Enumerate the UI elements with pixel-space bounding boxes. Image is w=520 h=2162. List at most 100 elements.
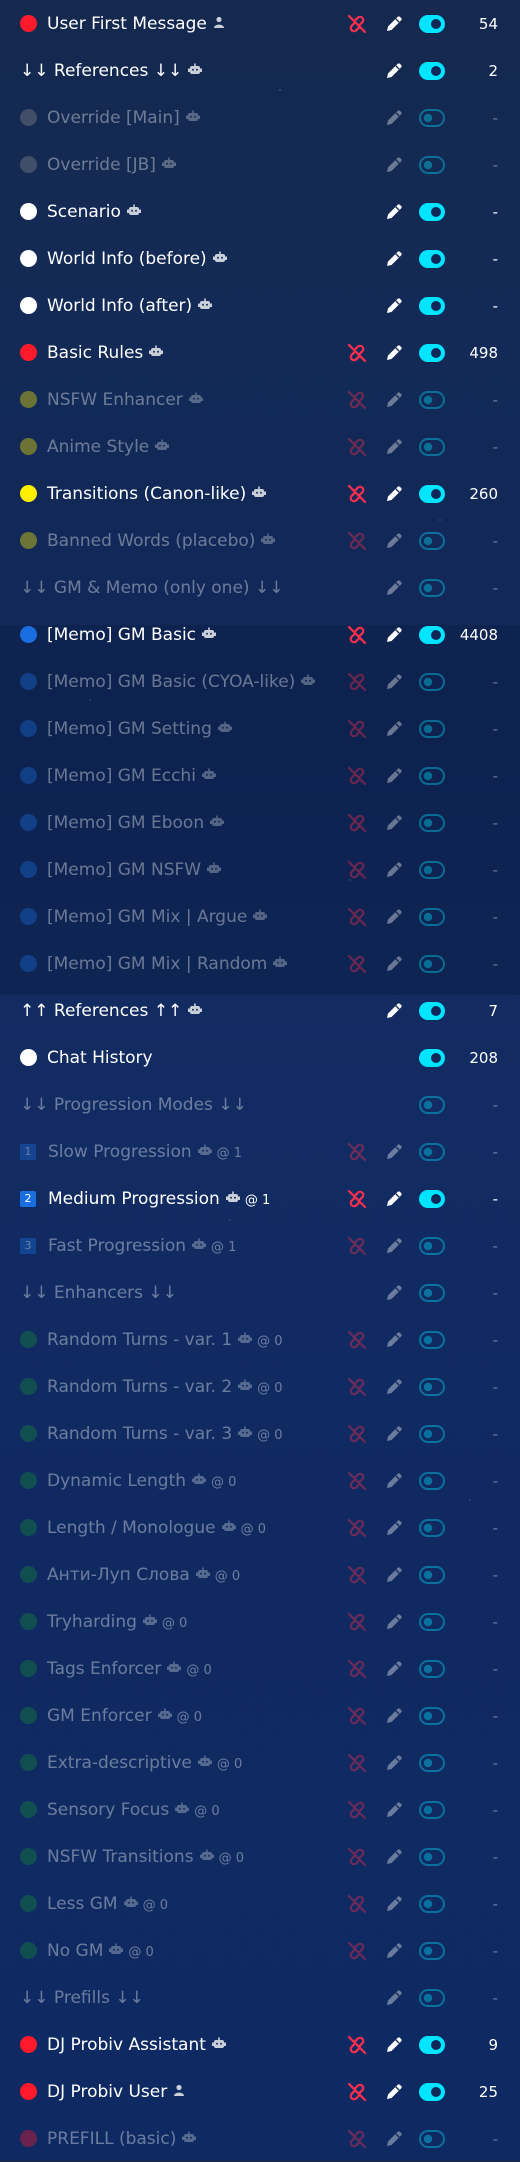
toggle-icon[interactable]: [419, 1565, 445, 1584]
pencil-icon[interactable]: [384, 1424, 404, 1444]
pencil-icon[interactable]: [384, 1753, 404, 1773]
toggle-icon[interactable]: [419, 2035, 445, 2054]
prompt-name[interactable]: Scenario: [47, 202, 141, 222]
prompt-name[interactable]: Length / Monologue @ 0: [47, 1518, 266, 1538]
prompt-name[interactable]: ↓↓ Progression Modes ↓↓: [20, 1095, 247, 1115]
toggle-icon[interactable]: [419, 1236, 445, 1255]
toggle-icon[interactable]: [419, 719, 445, 738]
pencil-icon[interactable]: [384, 1706, 404, 1726]
pencil-icon[interactable]: [384, 202, 404, 222]
pencil-icon[interactable]: [384, 625, 404, 645]
pencil-icon[interactable]: [384, 1612, 404, 1632]
prompt-name[interactable]: [Memo] GM Basic (CYOA-like): [47, 672, 316, 692]
pencil-icon[interactable]: [384, 1894, 404, 1914]
pencil-icon[interactable]: [384, 1330, 404, 1350]
prompt-name[interactable]: Dynamic Length @ 0: [47, 1471, 236, 1491]
toggle-icon[interactable]: [419, 1941, 445, 1960]
toggle-icon[interactable]: [419, 249, 445, 268]
pencil-icon[interactable]: [384, 14, 404, 34]
pencil-icon[interactable]: [384, 108, 404, 128]
toggle-icon[interactable]: [419, 954, 445, 973]
pencil-icon[interactable]: [384, 1471, 404, 1491]
pencil-icon[interactable]: [384, 343, 404, 363]
toggle-icon[interactable]: [419, 1847, 445, 1866]
prompt-name[interactable]: Banned Words (placebo): [47, 531, 276, 551]
toggle-icon[interactable]: [419, 2129, 445, 2148]
pencil-icon[interactable]: [384, 1941, 404, 1961]
toggle-icon[interactable]: [419, 1706, 445, 1725]
prompt-name[interactable]: Random Turns - var. 3 @ 0: [47, 1424, 283, 1444]
pencil-icon[interactable]: [384, 437, 404, 457]
toggle-icon[interactable]: [419, 296, 445, 315]
toggle-icon[interactable]: [419, 343, 445, 362]
pencil-icon[interactable]: [384, 61, 404, 81]
prompt-name[interactable]: NSFW Enhancer: [47, 390, 203, 410]
pencil-icon[interactable]: [384, 1001, 404, 1021]
prompt-name[interactable]: ↑↑ References ↑↑: [20, 1001, 203, 1021]
prompt-name[interactable]: User First Message: [47, 14, 225, 34]
toggle-icon[interactable]: [419, 1894, 445, 1913]
pencil-icon[interactable]: [384, 860, 404, 880]
prompt-name[interactable]: Slow Progression @ 1: [48, 1142, 242, 1162]
toggle-icon[interactable]: [419, 61, 445, 80]
pencil-icon[interactable]: [384, 390, 404, 410]
toggle-icon[interactable]: [419, 1659, 445, 1678]
toggle-icon[interactable]: [419, 766, 445, 785]
toggle-icon[interactable]: [419, 1471, 445, 1490]
prompt-name[interactable]: DJ Probiv Assistant: [47, 2035, 226, 2055]
pencil-icon[interactable]: [384, 766, 404, 786]
prompt-name[interactable]: Override [JB]: [47, 155, 176, 175]
prompt-name[interactable]: [Memo] GM Ecchi: [47, 766, 216, 786]
pencil-icon[interactable]: [384, 2082, 404, 2102]
pencil-icon[interactable]: [384, 1377, 404, 1397]
prompt-name[interactable]: PREFILL (basic): [47, 2129, 197, 2149]
toggle-icon[interactable]: [419, 484, 445, 503]
toggle-icon[interactable]: [419, 1377, 445, 1396]
pencil-icon[interactable]: [384, 719, 404, 739]
prompt-name[interactable]: Анти-Луп Слова @ 0: [47, 1565, 240, 1585]
toggle-icon[interactable]: [419, 1988, 445, 2007]
prompt-name[interactable]: Chat History: [47, 1048, 153, 1068]
toggle-icon[interactable]: [419, 1142, 445, 1161]
pencil-icon[interactable]: [384, 1988, 404, 2008]
toggle-icon[interactable]: [419, 1189, 445, 1208]
toggle-icon[interactable]: [419, 1612, 445, 1631]
prompt-name[interactable]: Random Turns - var. 2 @ 0: [47, 1377, 283, 1397]
toggle-icon[interactable]: [419, 1283, 445, 1302]
prompt-name[interactable]: ↓↓ GM & Memo (only one) ↓↓: [20, 578, 283, 598]
toggle-icon[interactable]: [419, 1001, 445, 1020]
toggle-icon[interactable]: [419, 1518, 445, 1537]
toggle-icon[interactable]: [419, 14, 445, 33]
prompt-name[interactable]: Less GM @ 0: [47, 1894, 168, 1914]
pencil-icon[interactable]: [384, 1800, 404, 1820]
prompt-name[interactable]: Random Turns - var. 1 @ 0: [47, 1330, 283, 1350]
prompt-name[interactable]: World Info (after): [47, 296, 213, 316]
toggle-icon[interactable]: [419, 907, 445, 926]
prompt-name[interactable]: Tryharding @ 0: [47, 1612, 187, 1632]
pencil-icon[interactable]: [384, 1142, 404, 1162]
prompt-name[interactable]: ↓↓ References ↓↓: [20, 61, 203, 81]
toggle-icon[interactable]: [419, 1753, 445, 1772]
prompt-name[interactable]: Sensory Focus @ 0: [47, 1800, 220, 1820]
pencil-icon[interactable]: [384, 1518, 404, 1538]
prompt-name[interactable]: [Memo] GM NSFW: [47, 860, 222, 880]
pencil-icon[interactable]: [384, 1189, 404, 1209]
pencil-icon[interactable]: [384, 813, 404, 833]
prompt-name[interactable]: ↓↓ Enhancers ↓↓: [20, 1283, 177, 1303]
toggle-icon[interactable]: [419, 437, 445, 456]
prompt-name[interactable]: ↓↓ Prefills ↓↓: [20, 1988, 144, 2008]
pencil-icon[interactable]: [384, 2035, 404, 2055]
pencil-icon[interactable]: [384, 578, 404, 598]
pencil-icon[interactable]: [384, 1847, 404, 1867]
prompt-name[interactable]: NSFW Transitions @ 0: [47, 1847, 244, 1867]
prompt-name[interactable]: Basic Rules: [47, 343, 164, 363]
toggle-icon[interactable]: [419, 1424, 445, 1443]
toggle-icon[interactable]: [419, 1800, 445, 1819]
prompt-name[interactable]: DJ Probiv User: [47, 2082, 185, 2102]
pencil-icon[interactable]: [384, 1659, 404, 1679]
toggle-icon[interactable]: [419, 1330, 445, 1349]
pencil-icon[interactable]: [384, 249, 404, 269]
toggle-icon[interactable]: [419, 860, 445, 879]
pencil-icon[interactable]: [384, 672, 404, 692]
toggle-icon[interactable]: [419, 390, 445, 409]
